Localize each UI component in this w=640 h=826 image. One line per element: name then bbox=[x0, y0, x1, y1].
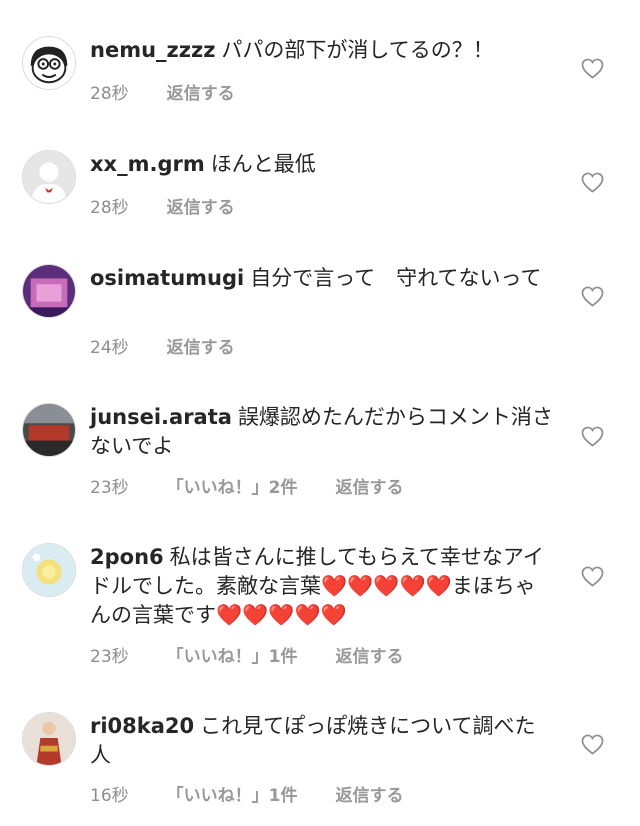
avatar[interactable] bbox=[22, 36, 76, 90]
comment-time: 28秒 bbox=[90, 198, 129, 218]
avatar[interactable] bbox=[22, 264, 76, 318]
comment-text: xx_m.grm ほんと最低 bbox=[90, 150, 555, 179]
avatar-photo-icon bbox=[23, 713, 75, 765]
comment-username[interactable]: ri08ka20 bbox=[90, 714, 194, 738]
comment-text: ri08ka20 これ見てぽっぽ焼きについて調べた人 bbox=[90, 712, 555, 770]
comment-username[interactable]: junsei.arata bbox=[90, 405, 232, 429]
likes-count[interactable]: 「いいね！」2件 bbox=[167, 478, 298, 498]
comment-time: 24秒 bbox=[90, 338, 129, 358]
likes-count[interactable]: 「いいね！」1件 bbox=[167, 647, 298, 667]
comment-text: nemu_zzzz パパの部下が消してるの？！ bbox=[90, 36, 555, 65]
reply-button[interactable]: 返信する bbox=[335, 647, 403, 667]
comment-meta: 23秒 「いいね！」1件 返信する bbox=[90, 642, 441, 667]
heart-outline-icon[interactable] bbox=[581, 172, 604, 193]
comment-time: 23秒 bbox=[90, 647, 129, 667]
comment-meta: 24秒 返信する bbox=[90, 333, 273, 358]
avatar-photo-icon bbox=[23, 265, 75, 317]
avatar[interactable] bbox=[22, 403, 76, 457]
heart-outline-icon[interactable] bbox=[581, 426, 604, 447]
heart-outline-icon[interactable] bbox=[581, 734, 604, 755]
avatar-photo-icon bbox=[23, 404, 75, 456]
comment-text: 2pon6 私は皆さんに推してもらえて幸せなアイドルでした。素敵な言葉❤️❤️❤️… bbox=[90, 543, 555, 630]
comment-time: 16秒 bbox=[90, 786, 129, 806]
comment-meta: 16秒 「いいね！」1件 返信する bbox=[90, 781, 441, 806]
reply-button[interactable]: 返信する bbox=[335, 786, 403, 806]
comment-body: 自分で言って 守れてないって bbox=[250, 266, 542, 290]
comment-meta: 23秒 「いいね！」2件 返信する bbox=[90, 473, 441, 498]
reply-button[interactable]: 返信する bbox=[335, 478, 403, 498]
comment-text: osimatumugi 自分で言って 守れてないって bbox=[90, 264, 555, 293]
comment-body: パパの部下が消してるの？！ bbox=[221, 38, 494, 62]
avatar[interactable] bbox=[22, 543, 76, 597]
comment-time: 28秒 bbox=[90, 84, 129, 104]
comment-username[interactable]: nemu_zzzz bbox=[90, 38, 215, 62]
avatar[interactable] bbox=[22, 150, 76, 204]
comment-time: 23秒 bbox=[90, 478, 129, 498]
comment-username[interactable]: 2pon6 bbox=[90, 545, 164, 569]
comment-meta: 28秒 返信する bbox=[90, 79, 273, 104]
reply-button[interactable]: 返信する bbox=[167, 338, 235, 358]
heart-outline-icon[interactable] bbox=[581, 566, 604, 587]
comment-meta: 28秒 返信する bbox=[90, 193, 273, 218]
avatar-photo-icon bbox=[23, 544, 75, 596]
avatar[interactable] bbox=[22, 712, 76, 766]
comment-username[interactable]: osimatumugi bbox=[90, 266, 244, 290]
reply-button[interactable]: 返信する bbox=[167, 84, 235, 104]
avatar-cartoon-icon bbox=[23, 37, 75, 89]
comment-username[interactable]: xx_m.grm bbox=[90, 152, 205, 176]
comment-text: junsei.arata 誤爆認めたんだからコメント消さないでよ bbox=[90, 403, 555, 461]
likes-count[interactable]: 「いいね！」1件 bbox=[167, 786, 298, 806]
default-avatar-icon bbox=[23, 151, 75, 203]
reply-button[interactable]: 返信する bbox=[167, 198, 235, 218]
comment-body: ほんと最低 bbox=[210, 152, 316, 176]
heart-outline-icon[interactable] bbox=[581, 58, 604, 79]
heart-outline-icon[interactable] bbox=[581, 286, 604, 307]
